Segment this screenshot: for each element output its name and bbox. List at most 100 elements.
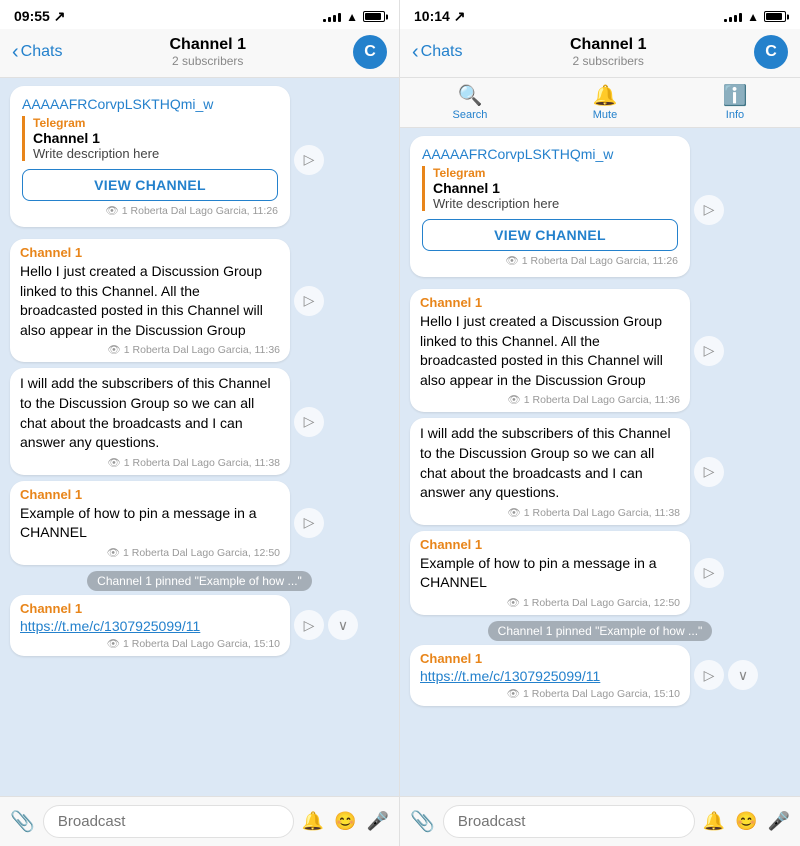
nav-avatar[interactable]: C [754, 35, 788, 69]
nav-title: Channel 1 [62, 36, 353, 54]
back-button[interactable]: ‹ Chats [12, 43, 62, 62]
meta-text: 👁 1 Roberta Dal Lago Garcia, 15:10 [107, 637, 280, 650]
mic-icon[interactable]: 🎤 [367, 811, 389, 832]
forward-button[interactable]: ▷ [294, 145, 324, 175]
bubble-link[interactable]: https://t.me/c/1307925099/11 [20, 618, 280, 634]
forward-button[interactable]: ▷ [294, 508, 324, 538]
meta-text: 👁 1 Roberta Dal Lago Garcia, 12:50 [107, 546, 280, 559]
channel-card-desc: Write description here [433, 196, 678, 211]
bubble-text: Example of how to pin a message in a CHA… [420, 554, 680, 593]
channel-card-title: Channel 1 [33, 130, 278, 146]
attach-icon[interactable]: 📎 [410, 809, 435, 834]
forward-button[interactable]: ▷ [694, 195, 724, 225]
nav-subtitle: 2 subscribers [62, 54, 353, 68]
action-btn-info[interactable]: ℹ️ Info [723, 86, 748, 121]
forward-button[interactable]: ▷ [294, 610, 324, 640]
message-wrap: Channel 1 https://t.me/c/1307925099/11 👁… [410, 645, 790, 706]
meta-text: 👁 1 Roberta Dal Lago Garcia, 11:26 [506, 254, 678, 267]
pin-notice: Channel 1 pinned "Example of how ..." [410, 621, 790, 641]
meta-text: 👁 1 Roberta Dal Lago Garcia, 11:36 [508, 393, 680, 406]
forward-button[interactable]: ▷ [694, 457, 724, 487]
message-wrap: Channel 1 Hello I just created a Discuss… [10, 239, 389, 362]
meta-text: 👁 1 Roberta Dal Lago Garcia, 11:38 [108, 456, 280, 469]
message-wrap: AAAAAFRCorvpLSKTHQmi_w Telegram Channel … [10, 86, 389, 233]
mic-icon[interactable]: 🎤 [768, 811, 790, 832]
action-btn-search[interactable]: 🔍 Search [453, 86, 488, 121]
bubble-text: I will add the subscribers of this Chann… [20, 374, 280, 452]
forward-icon: ▷ [304, 292, 315, 309]
action-bar: 🔍 Search 🔔 Mute ℹ️ Info [400, 78, 800, 128]
broadcast-input[interactable] [443, 805, 695, 838]
meta-text: 👁 1 Roberta Dal Lago Garcia, 11:36 [108, 343, 280, 356]
view-channel-button[interactable]: VIEW CHANNEL [22, 169, 278, 201]
status-bar: 10:14 ↗ ▲ [400, 0, 800, 29]
signal-icon [323, 12, 341, 22]
channel-message-bubble: Channel 1 Example of how to pin a messag… [10, 481, 290, 565]
forward-button[interactable]: ▷ [694, 558, 724, 588]
action-btn-mute[interactable]: 🔔 Mute [593, 86, 618, 121]
back-chevron-icon: ‹ [12, 42, 19, 62]
channel-card: AAAAAFRCorvpLSKTHQmi_w Telegram Channel … [10, 86, 290, 227]
pin-notice-text: Channel 1 pinned "Example of how ..." [87, 571, 312, 591]
scroll-down-button[interactable]: ∨ [728, 660, 758, 690]
forward-button[interactable]: ▷ [694, 660, 724, 690]
bubble-meta: 👁 1 Roberta Dal Lago Garcia, 12:50 [20, 546, 280, 559]
forward-icon: ▷ [704, 564, 715, 581]
channel-name: Channel 1 [20, 245, 280, 260]
nav-avatar[interactable]: C [353, 35, 387, 69]
bell-icon[interactable]: 🔔 [703, 811, 725, 832]
forward-icon: ▷ [304, 151, 315, 168]
status-time: 09:55 ↗ [14, 8, 65, 25]
view-channel-button[interactable]: VIEW CHANNEL [422, 219, 678, 251]
pin-notice: Channel 1 pinned "Example of how ..." [10, 571, 389, 591]
bell-icon[interactable]: 🔔 [302, 811, 324, 832]
scroll-down-button[interactable]: ∨ [328, 610, 358, 640]
nav-subtitle: 2 subscribers [462, 54, 754, 68]
channel-message-bubble: Channel 1 Example of how to pin a messag… [410, 531, 690, 615]
message-wrap: Channel 1 Example of how to pin a messag… [10, 481, 389, 565]
message-wrap: AAAAAFRCorvpLSKTHQmi_w Telegram Channel … [410, 136, 790, 283]
forward-button[interactable]: ▷ [294, 286, 324, 316]
forward-icon: ▷ [304, 413, 315, 430]
forward-icon: ▷ [304, 514, 315, 531]
meta-text: 👁 1 Roberta Dal Lago Garcia, 15:10 [507, 687, 680, 700]
bubble-meta: 👁 1 Roberta Dal Lago Garcia, 11:38 [420, 506, 680, 519]
forward-button[interactable]: ▷ [694, 336, 724, 366]
channel-card-link[interactable]: AAAAAFRCorvpLSKTHQmi_w [22, 96, 278, 112]
status-time: 10:14 ↗ [414, 8, 465, 25]
channel-card-source: Telegram [433, 166, 678, 180]
message-wrap: Channel 1 https://t.me/c/1307925099/11 👁… [10, 595, 389, 656]
bubble-text: Hello I just created a Discussion Group … [420, 312, 680, 390]
status-icons: ▲ [323, 10, 385, 24]
channel-card-desc: Write description here [33, 146, 278, 161]
channel-message-bubble: Channel 1 Hello I just created a Discuss… [10, 239, 290, 362]
channel-link-bubble: Channel 1 https://t.me/c/1307925099/11 👁… [410, 645, 690, 706]
wifi-icon: ▲ [346, 10, 358, 24]
attach-icon[interactable]: 📎 [10, 809, 35, 834]
forward-icon: ▷ [704, 342, 715, 359]
status-icons: ▲ [724, 10, 786, 24]
mute-icon: 🔔 [593, 86, 618, 106]
broadcast-input[interactable] [43, 805, 294, 838]
channel-card-link[interactable]: AAAAAFRCorvpLSKTHQmi_w [422, 146, 678, 162]
bubble-meta: 👁 1 Roberta Dal Lago Garcia, 11:36 [420, 393, 680, 406]
nav-header: ‹ Chats Channel 1 2 subscribers C [400, 29, 800, 78]
search-icon: 🔍 [458, 86, 483, 106]
bubble-meta: 👁 1 Roberta Dal Lago Garcia, 12:50 [420, 596, 680, 609]
back-button[interactable]: ‹ Chats [412, 43, 462, 62]
plain-message-bubble: I will add the subscribers of this Chann… [410, 418, 690, 524]
forward-icon: ▷ [304, 617, 315, 634]
forward-button[interactable]: ▷ [294, 407, 324, 437]
signal-icon [724, 12, 742, 22]
emoji-icon[interactable]: 😊 [334, 811, 356, 832]
emoji-icon[interactable]: 😊 [735, 811, 757, 832]
battery-icon [764, 11, 786, 22]
channel-link-bubble: Channel 1 https://t.me/c/1307925099/11 👁… [10, 595, 290, 656]
message-wrap: Channel 1 Hello I just created a Discuss… [410, 289, 790, 412]
input-actions: 🔔 😊 🎤 [703, 811, 790, 832]
status-bar: 09:55 ↗ ▲ [0, 0, 399, 29]
back-chevron-icon: ‹ [412, 42, 419, 62]
meta-text: 👁 1 Roberta Dal Lago Garcia, 11:26 [106, 204, 278, 217]
nav-header: ‹ Chats Channel 1 2 subscribers C [0, 29, 399, 78]
bubble-link[interactable]: https://t.me/c/1307925099/11 [420, 668, 680, 684]
